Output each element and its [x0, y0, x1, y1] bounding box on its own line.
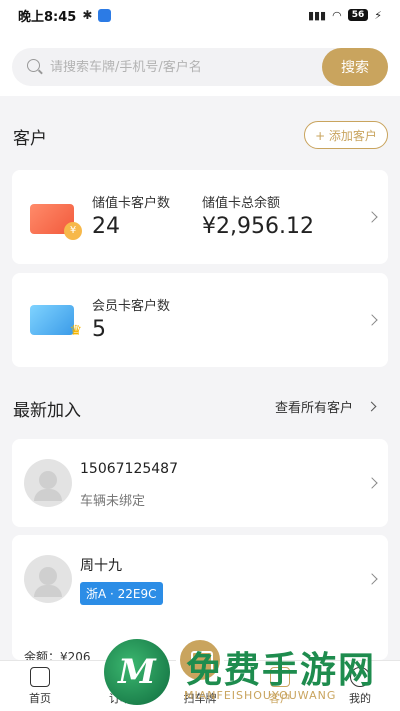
home-icon	[30, 667, 50, 687]
search-icon	[20, 52, 50, 82]
app-notification-icon	[98, 8, 112, 22]
watermark-logo: M	[104, 639, 170, 705]
member-card-icon: ♛	[30, 305, 82, 339]
chevron-right-icon	[366, 314, 378, 326]
license-plate-badge: 浙A · 22E9C	[80, 582, 163, 605]
avatar	[24, 459, 72, 507]
customer-vehicle-status: 车辆未绑定	[80, 494, 146, 509]
search-box: 搜索	[12, 48, 388, 86]
stored-value-count: 24	[92, 214, 120, 239]
watermark-text: 免费手游网	[186, 650, 377, 691]
avatar	[24, 555, 72, 603]
list-item[interactable]: 15067125487 车辆未绑定	[12, 439, 388, 527]
signal-icon: ▮▮▮	[307, 8, 327, 22]
watermark-subtext: MIANFEISHOUYOUWANG	[184, 689, 337, 702]
stored-value-card-icon: ¥	[30, 204, 82, 240]
stored-value-count-label: 储值卡客户数	[92, 196, 171, 211]
view-all-customers-link[interactable]: 查看所有客户	[275, 397, 353, 416]
customer-name: 周十九	[80, 558, 122, 574]
crown-icon: ♛	[69, 323, 82, 339]
yen-badge-icon: ¥	[64, 222, 82, 240]
tab-home[interactable]: 首页	[10, 661, 70, 711]
status-time: 晚上8:45	[18, 9, 77, 25]
chevron-right-icon	[366, 401, 377, 412]
member-card[interactable]: ♛ 会员卡客户数 5	[12, 273, 388, 367]
add-customer-button[interactable]: + 添加客户	[304, 121, 388, 149]
bluetooth-icon: ✱	[82, 8, 93, 22]
status-bar: 晚上8:45 ✱ ▮▮▮ ◠ 56 ⚡	[0, 0, 400, 30]
status-right: ▮▮▮ ◠ 56 ⚡	[308, 9, 382, 22]
chevron-right-icon	[366, 477, 378, 489]
charging-icon: ⚡	[374, 8, 382, 22]
chevron-right-icon	[366, 573, 378, 585]
wifi-icon: ◠	[332, 8, 342, 22]
stored-value-card[interactable]: ¥ 储值卡客户数 24 储值卡总余额 ¥2,956.12	[12, 170, 388, 264]
watermark: M 免费手游网 MIANFEISHOUYOUWANG	[104, 635, 400, 711]
member-count-label: 会员卡客户数	[92, 299, 171, 314]
search-area: 搜索	[0, 30, 400, 96]
customer-section-title: 客户	[13, 129, 47, 149]
customer-name: 15067125487	[80, 461, 178, 477]
search-button[interactable]: 搜索	[322, 48, 388, 86]
stored-value-balance-label: 储值卡总余额	[202, 196, 281, 211]
member-count: 5	[92, 317, 106, 342]
recent-section-title: 最新加入	[13, 401, 81, 421]
tab-label: 首页	[29, 692, 51, 705]
stored-value-balance: ¥2,956.12	[202, 214, 314, 239]
battery-icon: 56	[347, 9, 369, 21]
chevron-right-icon	[366, 211, 378, 223]
